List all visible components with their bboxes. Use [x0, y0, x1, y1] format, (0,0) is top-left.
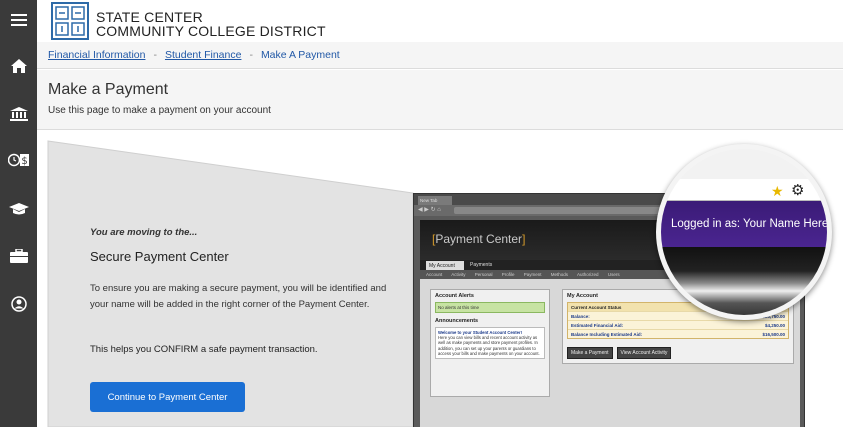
mock-tab-my-account: My Account [426, 261, 464, 270]
svg-text:$: $ [21, 156, 27, 167]
secure-payment-description: To ensure you are making a secure paymen… [90, 283, 387, 310]
breadcrumb-financial-information[interactable]: Financial Information [48, 49, 145, 61]
magnified-url-bar: ★ ⚙ [661, 179, 827, 201]
row-value: $16,500.00 [762, 331, 785, 337]
mock-announcements-title: Announcements [435, 318, 479, 324]
mock-alert-text: No alerts at this time [435, 302, 545, 313]
header: STATE CENTER COMMUNITY COLLEGE DISTRICT [37, 0, 843, 42]
breadcrumb: Financial Information - Student Finance - Ma… [37, 42, 843, 69]
moving-notice: You are moving to the... [90, 227, 198, 238]
breadcrumb-separator: - [249, 49, 253, 61]
mock-nav-icons: ◀ ▶ ↻ ⌂ [418, 207, 441, 213]
menu-icon[interactable] [0, 6, 37, 34]
briefcase-icon[interactable] [0, 242, 37, 270]
page-title: Make a Payment [48, 81, 169, 98]
bank-icon[interactable] [0, 100, 37, 128]
logged-in-label: Logged in as: Your Name Here [671, 218, 829, 230]
magnified-nav [661, 247, 827, 315]
table-row: Estimated Financial Aid: $4,250.00 [568, 320, 788, 329]
mock-status-title-text: Current Account Status [571, 304, 622, 310]
star-icon: ★ [771, 183, 784, 199]
secure-payment-title: Secure Payment Center [90, 249, 229, 264]
mock-header-title-text: Payment Center [435, 232, 523, 246]
main-content: You are moving to the... Secure Payment … [37, 131, 843, 427]
district-name: STATE CENTER COMMUNITY COLLEGE DISTRICT [96, 10, 326, 38]
mock-tab-payments: Payments [470, 262, 493, 268]
mock-header-title: [Payment Center] [432, 232, 526, 246]
row-label: Balance Including Estimated Aid: [571, 331, 643, 337]
page-subtitle: Use this page to make a payment on your … [48, 105, 271, 116]
payment-icon[interactable]: $ [0, 146, 37, 174]
mock-announcement: Welcome to your Student Account Center! … [435, 327, 545, 360]
continue-to-payment-center-button[interactable]: Continue to Payment Center [90, 382, 245, 412]
user-icon[interactable] [0, 290, 37, 318]
breadcrumb-student-finance[interactable]: Student Finance [165, 49, 241, 61]
row-value: $4,250.00 [764, 322, 785, 328]
graduation-cap-icon[interactable] [0, 195, 37, 223]
gear-icon: ⚙ [791, 182, 805, 199]
breadcrumb-make-a-payment: Make A Payment [260, 49, 340, 61]
district-logo[interactable] [51, 2, 89, 40]
mock-announcement-body: Here you can view bills and recent accou… [438, 335, 540, 356]
sidebar: $ [0, 0, 37, 427]
title-section: Make a Payment Use this page to make a p… [37, 70, 843, 130]
row-label: Estimated Financial Aid: [571, 322, 624, 328]
mock-alerts-title: Account Alerts [435, 293, 474, 299]
mock-view-activity-button: View Account Activity [616, 347, 672, 359]
table-row: Balance Including Estimated Aid: $16,500.… [568, 329, 788, 338]
district-name-line1: STATE CENTER [96, 9, 203, 25]
home-icon[interactable] [0, 52, 37, 80]
mock-tab: New Tab [418, 196, 452, 205]
breadcrumb-separator: - [153, 49, 157, 61]
confirm-message: This helps you CONFIRM a safe payment tr… [90, 344, 318, 355]
row-label: Balance: [571, 313, 590, 319]
district-name-line2: COMMUNITY COLLEGE DISTRICT [96, 23, 326, 39]
magnifier-callout: ★ ⚙ Logged in as: Your Name Here [656, 144, 832, 320]
mock-make-payment-button: Make a Payment [567, 347, 613, 359]
mock-alerts-panel: Account Alerts No alerts at this time An… [430, 289, 550, 397]
